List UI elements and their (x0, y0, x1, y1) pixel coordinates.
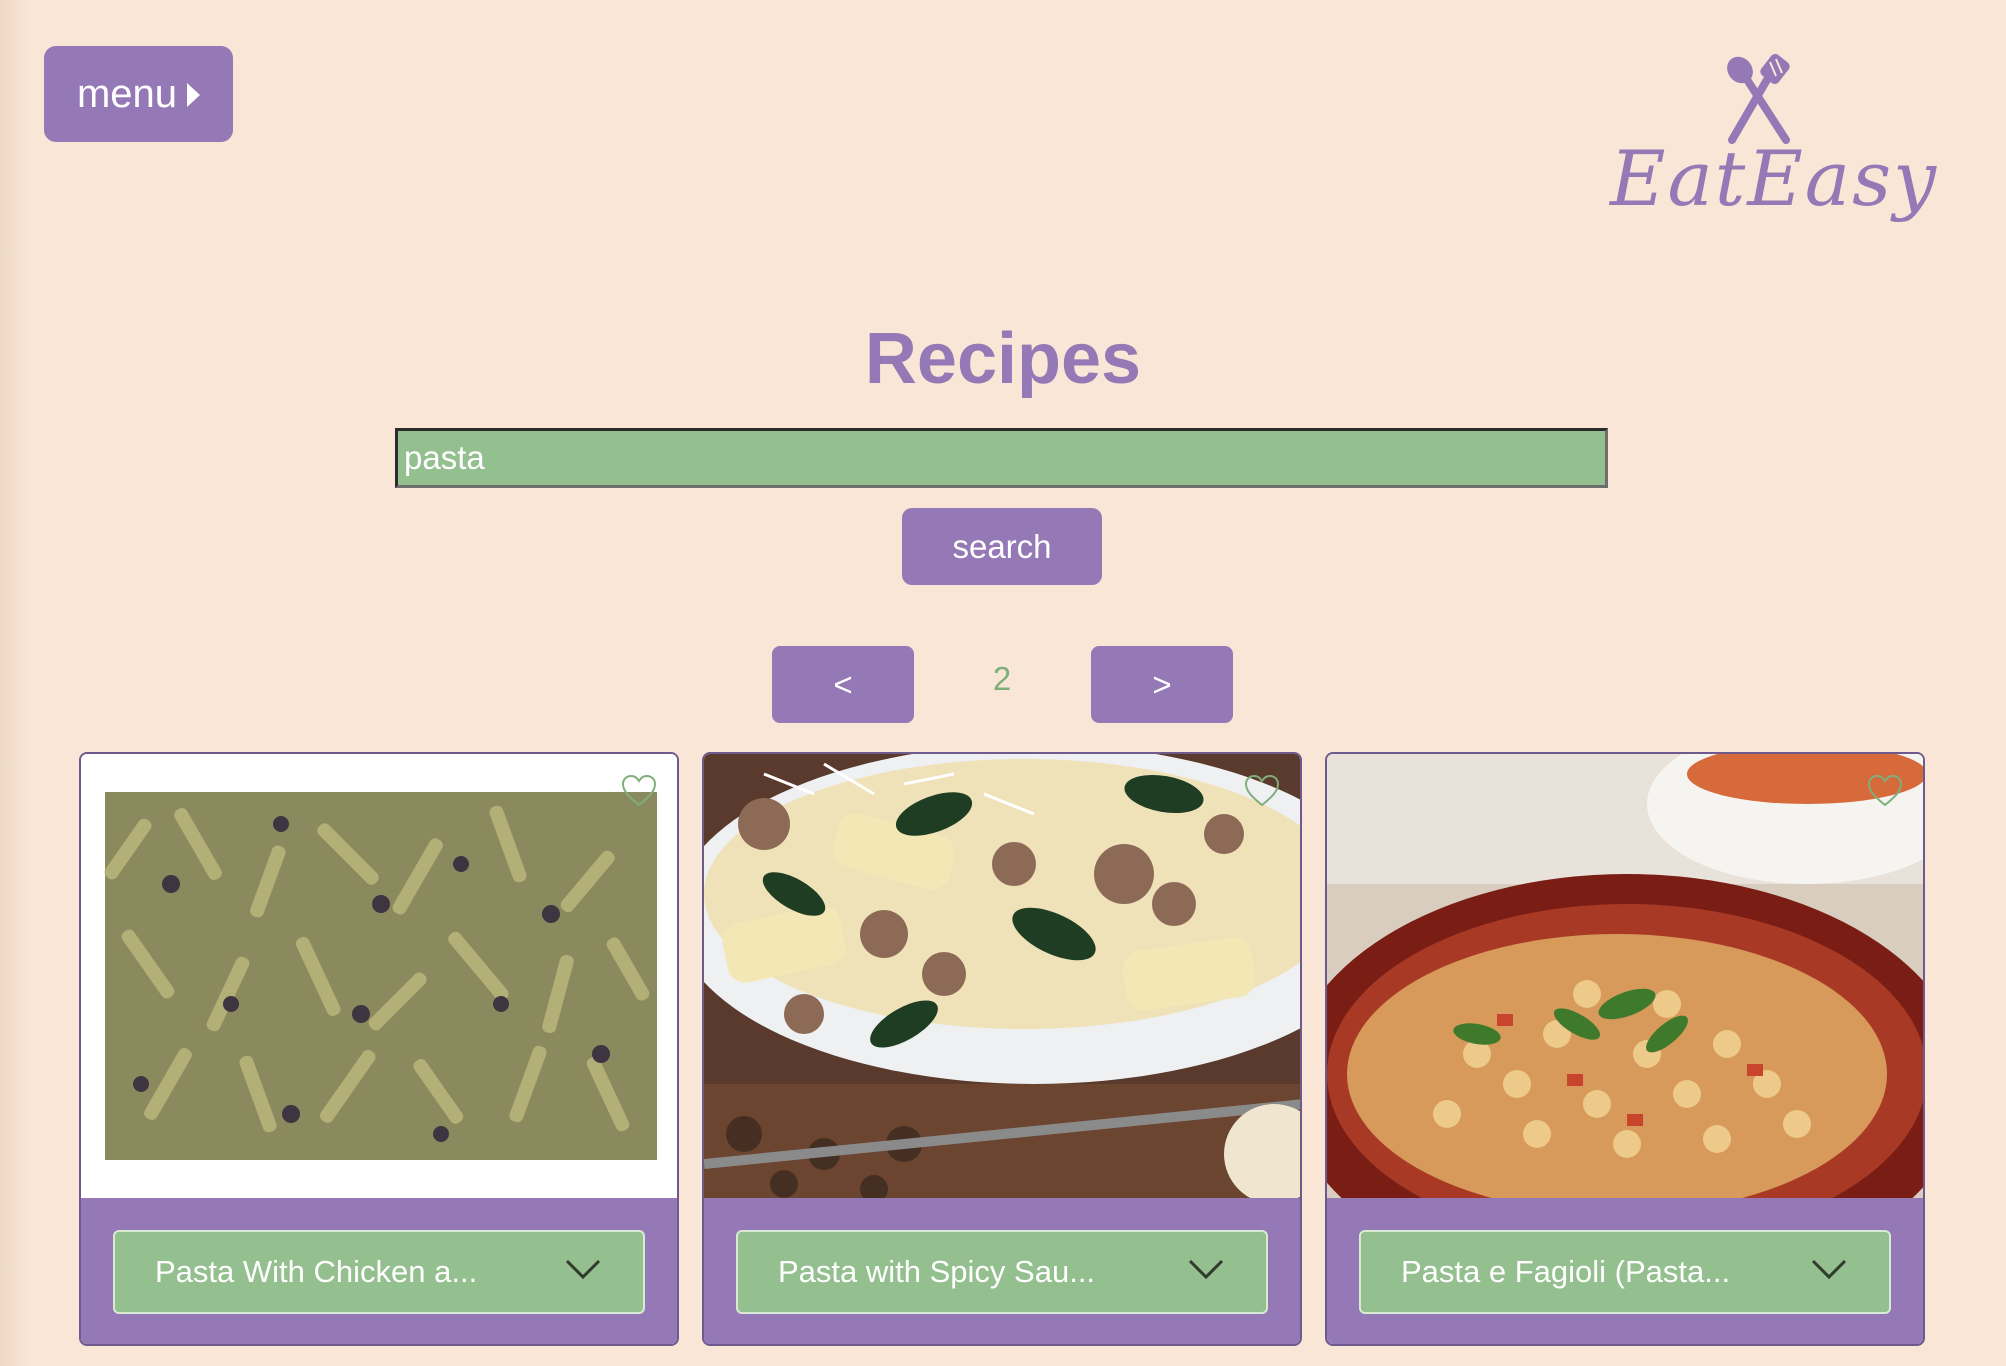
recipe-title: Pasta e Fagioli (Pasta... (1401, 1254, 1731, 1289)
page-edge-shadow (0, 0, 30, 1366)
penne-with-olives-photo (81, 754, 677, 1198)
search-button[interactable]: search (902, 508, 1102, 585)
chevron-down-icon (1811, 1259, 1847, 1280)
menu-button-label: menu (76, 71, 178, 116)
recipe-dropdown[interactable]: Pasta With Chicken a... (113, 1230, 645, 1314)
heart-outline-icon[interactable] (621, 774, 657, 808)
recipe-card: Pasta With Chicken a... (79, 752, 679, 1346)
logo: EatEasy (1610, 54, 1939, 244)
previous-page-button[interactable]: < (772, 646, 914, 723)
logo-text: EatEasy (1610, 134, 1939, 223)
caret-right-icon (187, 83, 201, 107)
bowtie-sausage-spinach-photo (704, 754, 1300, 1198)
recipe-card: Pasta with Spicy Sau... (702, 752, 1302, 1346)
macaroni-bean-soup-photo (1327, 754, 1923, 1198)
chevron-down-icon (565, 1259, 601, 1280)
heart-outline-icon[interactable] (1867, 774, 1903, 808)
spoon-spatula-icon (1727, 54, 1790, 144)
recipe-title: Pasta With Chicken a... (155, 1254, 478, 1289)
recipe-dropdown[interactable]: Pasta with Spicy Sau... (736, 1230, 1268, 1314)
card-footer: Pasta e Fagioli (Pasta... (1327, 1198, 1923, 1344)
recipe-dropdown[interactable]: Pasta e Fagioli (Pasta... (1359, 1230, 1891, 1314)
card-footer: Pasta With Chicken a... (81, 1198, 677, 1344)
card-footer: Pasta with Spicy Sau... (704, 1198, 1300, 1344)
chevron-down-icon (1188, 1259, 1224, 1280)
search-input[interactable] (395, 428, 1608, 488)
menu-button[interactable]: menu (44, 46, 233, 142)
page-title: Recipes (864, 319, 1142, 399)
recipe-title: Pasta with Spicy Sau... (778, 1254, 1096, 1289)
recipe-card: Pasta e Fagioli (Pasta... (1325, 752, 1925, 1346)
heart-outline-icon[interactable] (1244, 774, 1280, 808)
next-page-button[interactable]: > (1091, 646, 1233, 723)
current-page-number: 2 (992, 660, 1012, 697)
